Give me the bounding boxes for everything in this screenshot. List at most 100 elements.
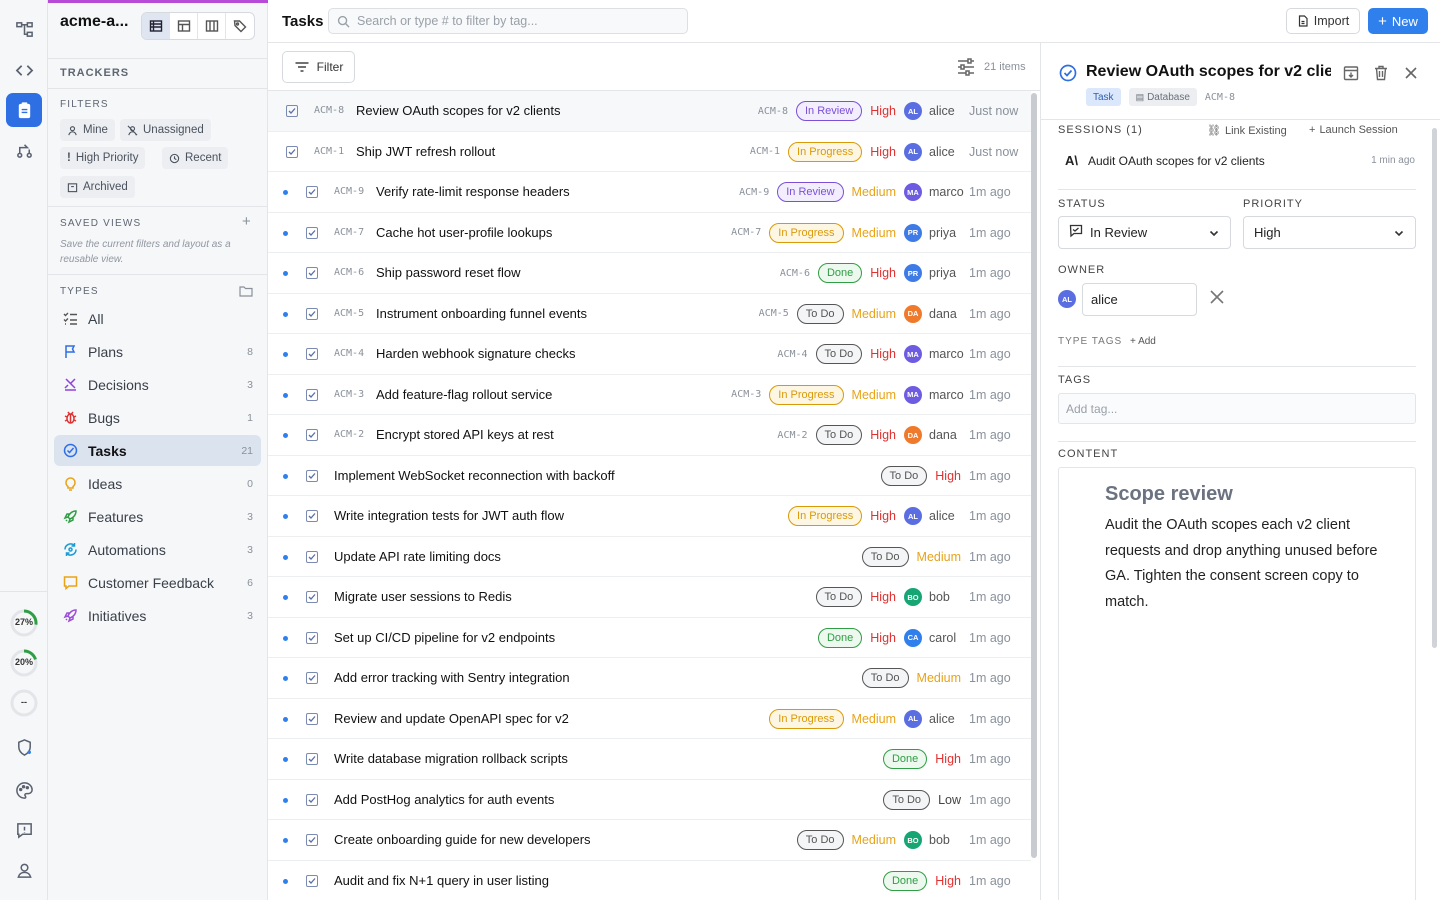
add-view-icon[interactable]: + [242, 213, 251, 230]
type-ideas[interactable]: Ideas 0 [54, 468, 261, 499]
task-title[interactable]: Add feature-flag rollout service [376, 387, 552, 402]
status-badge[interactable]: Done [882, 749, 928, 769]
task-checkbox[interactable] [306, 753, 318, 765]
filter-recent[interactable]: Recent [162, 147, 229, 169]
task-title[interactable]: Write database migration rollback script… [334, 751, 568, 766]
filter-archived[interactable]: Archived [60, 176, 135, 198]
folder-icon[interactable] [239, 285, 253, 297]
user-icon[interactable] [6, 853, 42, 887]
task-row[interactable]: ACM-3 Add feature-flag rollout service ACM… [268, 375, 1031, 415]
palette-icon[interactable] [6, 773, 42, 807]
task-checkbox[interactable] [306, 429, 318, 441]
search-input[interactable]: Search or type # to filter by tag... [328, 8, 688, 34]
add-type-tag-button[interactable]: + Add [1130, 336, 1156, 347]
task-row[interactable]: ACM-2 Encrypt stored API keys at rest ACM-… [268, 415, 1031, 456]
link-existing-button[interactable]: ⛓ Link Existing [1207, 124, 1287, 138]
task-title[interactable]: Implement WebSocket reconnection with ba… [334, 468, 615, 483]
task-checkbox[interactable] [306, 469, 318, 482]
task-checkbox[interactable] [306, 226, 318, 239]
task-row[interactable]: Create onboarding guide for new develope… [268, 820, 1031, 861]
clipboard-icon[interactable] [6, 93, 42, 127]
filter-unassigned[interactable]: Unassigned [120, 119, 211, 141]
status-select[interactable]: In Review [1058, 216, 1231, 249]
task-row[interactable]: ACM-9 Verify rate-limit response headers A… [268, 172, 1031, 213]
new-button[interactable]: + New [1368, 8, 1428, 34]
task-checkbox[interactable] [306, 834, 318, 846]
type-all[interactable]: All [54, 303, 261, 334]
task-row[interactable]: ACM-7 Cache hot user-profile lookups ACM-7… [268, 213, 1031, 253]
task-row[interactable]: Add PostHog analytics for auth events To … [268, 780, 1031, 820]
task-checkbox[interactable] [306, 631, 318, 644]
task-title[interactable]: Ship JWT refresh rollout [356, 144, 495, 159]
status-badge[interactable]: In Progress [769, 222, 844, 243]
status-badge[interactable]: Done [817, 263, 863, 283]
task-title[interactable]: Add PostHog analytics for auth events [334, 792, 554, 807]
task-checkbox[interactable] [286, 145, 298, 158]
task-checkbox[interactable] [306, 267, 318, 279]
close-icon[interactable] [1402, 64, 1420, 82]
task-row[interactable]: Write database migration rollback script… [268, 739, 1031, 780]
content-editor[interactable]: Scope review Audit the OAuth scopes each… [1058, 467, 1416, 900]
graph-icon[interactable] [6, 12, 42, 46]
task-checkbox[interactable] [306, 591, 318, 603]
type-decisions[interactable]: Decisions 3 [54, 369, 261, 400]
status-badge[interactable]: To Do [815, 587, 863, 607]
task-checkbox[interactable] [306, 510, 318, 522]
status-badge[interactable]: To Do [815, 344, 863, 364]
status-badge[interactable]: In Progress [788, 141, 863, 162]
task-title[interactable]: Cache hot user-profile lookups [376, 225, 552, 240]
task-title[interactable]: Update API rate limiting docs [334, 549, 501, 564]
task-row[interactable]: Write integration tests for JWT auth flo… [268, 496, 1031, 537]
task-title[interactable]: Ship password reset flow [376, 265, 521, 280]
task-title[interactable]: Encrypt stored API keys at rest [376, 427, 554, 442]
task-title[interactable]: Audit and fix N+1 query in user listing [334, 873, 549, 888]
task-row[interactable]: Add error tracking with Sentry integrati… [268, 658, 1031, 699]
filter-high-priority[interactable]: ! High Priority [60, 147, 146, 169]
task-checkbox[interactable] [306, 388, 318, 401]
task-row[interactable]: ACM-8 Review OAuth scopes for v2 clients A… [268, 91, 1031, 132]
status-badge[interactable]: To Do [861, 546, 909, 567]
type-automations[interactable]: Automations 3 [54, 534, 261, 565]
tag-icon[interactable] [226, 13, 254, 39]
status-badge[interactable]: In Review [777, 182, 844, 202]
detail-title[interactable]: Review OAuth scopes for v2 clients [1086, 63, 1331, 81]
clear-owner-icon[interactable] [1208, 288, 1226, 306]
task-row[interactable]: ACM-5 Instrument onboarding funnel events… [268, 294, 1031, 334]
task-title[interactable]: Migrate user sessions to Redis [334, 589, 512, 604]
task-checkbox[interactable] [306, 348, 318, 360]
task-title[interactable]: Write integration tests for JWT auth flo… [334, 508, 564, 523]
type-customer-feedback[interactable]: Customer Feedback 6 [54, 567, 261, 598]
status-badge[interactable]: To Do [796, 830, 844, 850]
type-features[interactable]: Features 3 [54, 501, 261, 532]
session-item[interactable]: A\ Audit OAuth scopes for v2 clients 1 m… [1065, 153, 1415, 168]
status-badge[interactable]: To Do [883, 789, 931, 810]
detail-scrollbar[interactable] [1432, 128, 1437, 648]
type-initiatives[interactable]: Initiatives 3 [54, 600, 261, 631]
task-row[interactable]: Implement WebSocket reconnection with ba… [268, 456, 1031, 496]
status-badge[interactable]: In Progress [769, 384, 844, 405]
task-row[interactable]: ACM-4 Harden webhook signature checks ACM-… [268, 334, 1031, 375]
code-icon[interactable] [6, 53, 42, 87]
trash-icon[interactable] [1372, 64, 1390, 82]
add-tag-input[interactable]: Add tag... [1058, 393, 1416, 424]
task-title[interactable]: Review OAuth scopes for v2 clients [356, 103, 560, 118]
task-checkbox[interactable] [286, 105, 298, 117]
status-badge[interactable]: To Do [880, 465, 928, 486]
task-checkbox[interactable] [306, 712, 318, 725]
task-checkbox[interactable] [306, 793, 318, 806]
type-plans[interactable]: Plans 8 [54, 336, 261, 367]
task-row[interactable]: Audit and fix N+1 query in user listing D… [268, 861, 1031, 900]
task-title[interactable]: Set up CI/CD pipeline for v2 endpoints [334, 630, 555, 645]
task-title[interactable]: Verify rate-limit response headers [376, 184, 570, 199]
task-row[interactable]: Update API rate limiting docs To Do Medium… [268, 537, 1031, 577]
task-row[interactable]: Set up CI/CD pipeline for v2 endpoints Do… [268, 618, 1031, 658]
project-name[interactable]: acme-a... [60, 13, 128, 31]
feedback-icon[interactable] [6, 813, 42, 847]
status-badge[interactable]: In Review [795, 101, 863, 121]
task-title[interactable]: Instrument onboarding funnel events [376, 306, 587, 321]
table-view-icon[interactable] [170, 13, 198, 39]
owner-field[interactable]: alice [1082, 283, 1197, 316]
task-title[interactable]: Create onboarding guide for new develope… [334, 832, 591, 847]
task-checkbox[interactable] [306, 307, 318, 320]
list-scrollbar[interactable] [1031, 93, 1037, 858]
